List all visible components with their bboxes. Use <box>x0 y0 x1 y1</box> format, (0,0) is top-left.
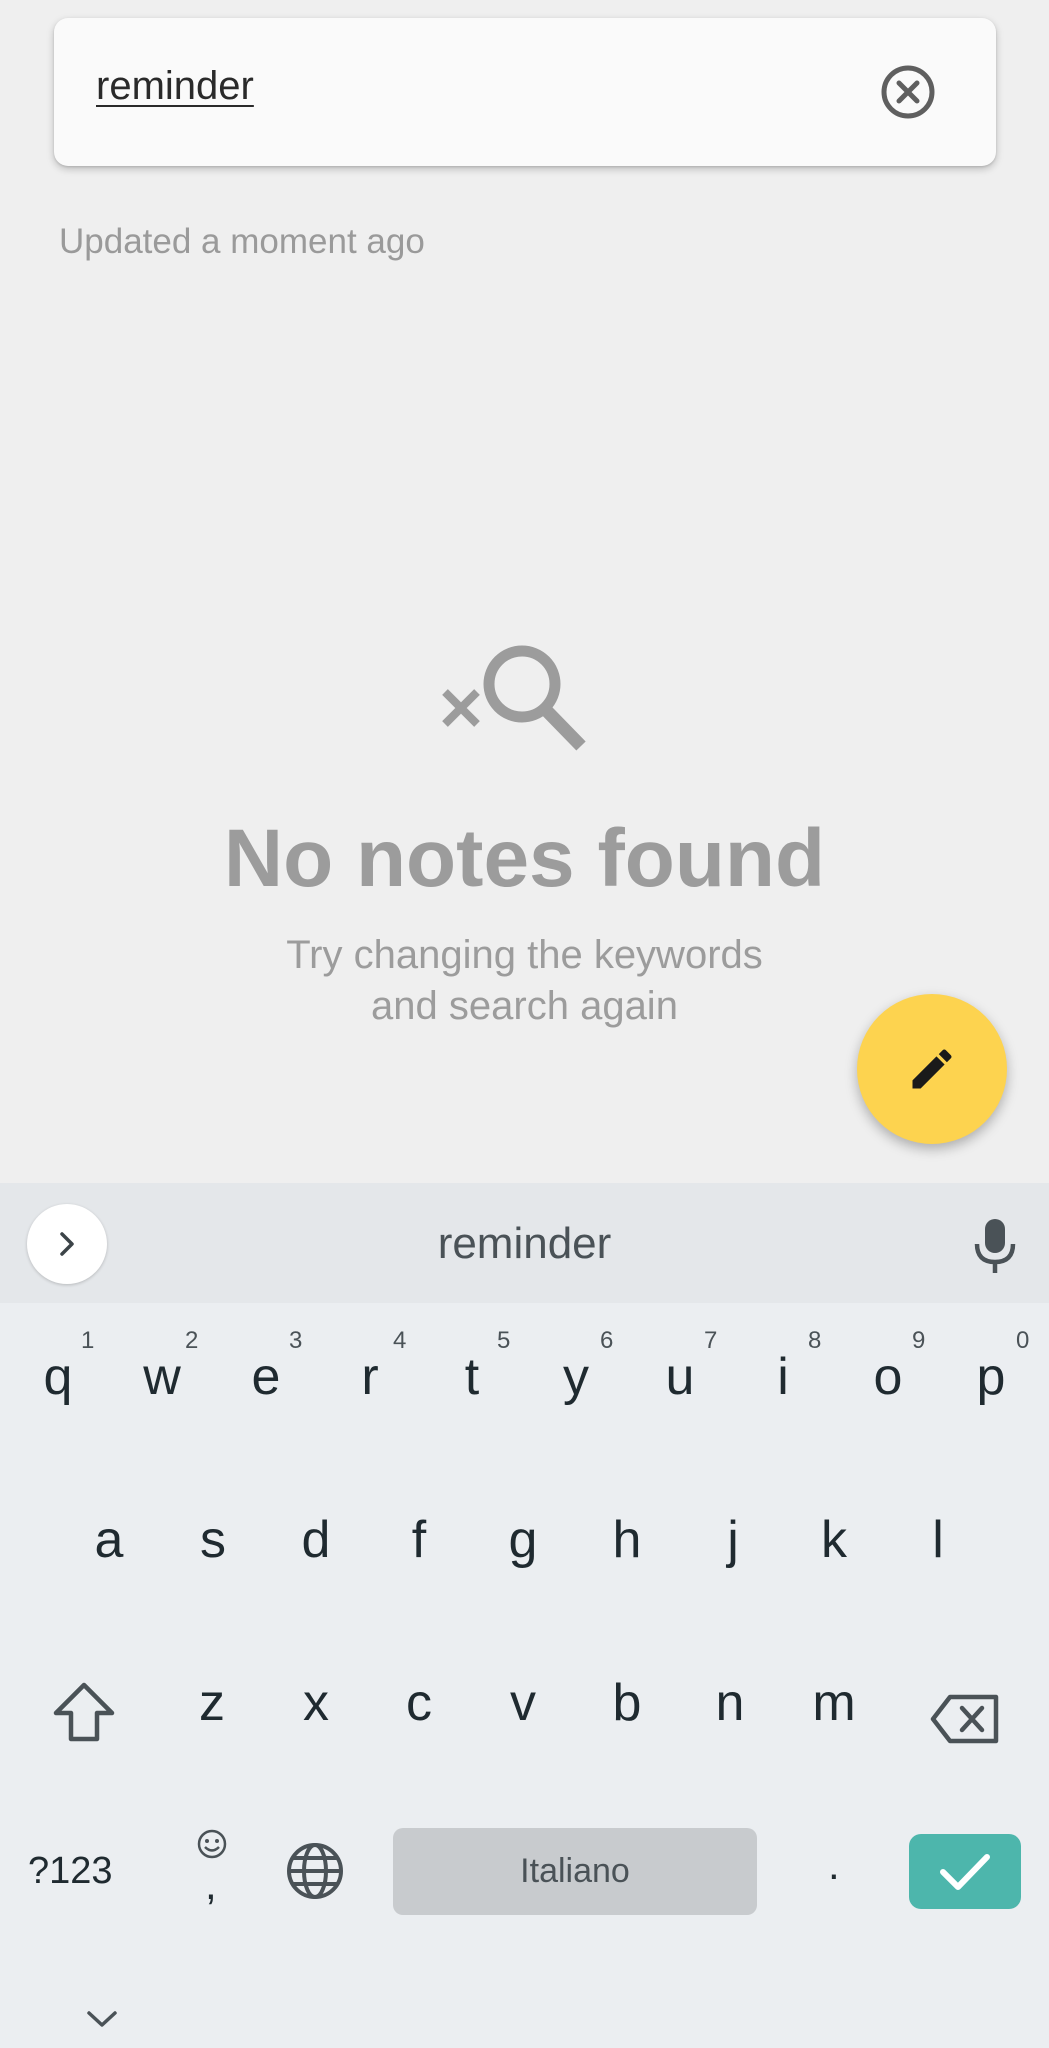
key-hint-9: 9 <box>912 1327 926 1354</box>
key-o[interactable]: o <box>836 1347 940 1407</box>
search-bar[interactable]: reminder <box>54 18 996 166</box>
microphone-icon[interactable] <box>970 1217 1020 1275</box>
key-k[interactable]: k <box>782 1510 886 1570</box>
backspace-icon <box>930 1694 999 1744</box>
key-h[interactable]: h <box>575 1510 679 1570</box>
shift-key[interactable] <box>50 1681 118 1743</box>
key-hint-3: 3 <box>289 1327 303 1354</box>
emoji-icon <box>197 1829 227 1859</box>
search-input[interactable]: reminder <box>96 64 254 109</box>
key-e[interactable]: e <box>214 1347 318 1407</box>
pencil-icon <box>912 1049 952 1089</box>
clear-search-icon[interactable] <box>880 64 936 120</box>
key-p[interactable]: p <box>939 1347 1043 1407</box>
key-b[interactable]: b <box>575 1673 679 1733</box>
key-hint-7: 7 <box>704 1327 718 1354</box>
key-s[interactable]: s <box>161 1510 265 1570</box>
period-key[interactable]: . <box>828 1841 840 1889</box>
enter-key[interactable] <box>909 1834 1021 1909</box>
key-n[interactable]: n <box>678 1673 782 1733</box>
key-a[interactable]: a <box>57 1510 161 1570</box>
key-j[interactable]: j <box>681 1510 785 1570</box>
empty-state-subtitle-line1: Try changing the keywords <box>286 933 763 977</box>
key-m[interactable]: m <box>782 1673 886 1733</box>
key-g[interactable]: g <box>471 1510 575 1570</box>
key-v[interactable]: v <box>471 1673 575 1733</box>
empty-state-title: No notes found <box>223 813 826 904</box>
key-d[interactable]: d <box>264 1510 368 1570</box>
key-t[interactable]: t <box>420 1347 524 1407</box>
new-note-button[interactable] <box>857 994 1007 1144</box>
key-hint-0: 0 <box>1016 1327 1030 1354</box>
word-suggestion[interactable]: reminder <box>0 1219 1049 1269</box>
language-key[interactable] <box>285 1841 345 1901</box>
globe-icon <box>287 1843 343 1899</box>
chevron-down-icon <box>87 2011 117 2027</box>
shift-icon <box>53 1682 115 1742</box>
key-hint-6: 6 <box>600 1327 614 1354</box>
key-hint-1: 1 <box>81 1327 95 1354</box>
key-u[interactable]: u <box>628 1347 732 1407</box>
key-r[interactable]: r <box>318 1347 422 1407</box>
space-key[interactable]: Italiano <box>393 1828 757 1915</box>
key-q[interactable]: q <box>6 1347 110 1407</box>
key-hint-5: 5 <box>497 1327 511 1354</box>
key-i[interactable]: i <box>731 1347 835 1407</box>
key-l[interactable]: l <box>886 1510 990 1570</box>
key-hint-4: 4 <box>393 1327 407 1354</box>
key-z[interactable]: z <box>160 1673 264 1733</box>
key-w[interactable]: w <box>110 1347 214 1407</box>
comma-key[interactable]: , <box>186 1827 238 1917</box>
key-f[interactable]: f <box>367 1510 471 1570</box>
key-y[interactable]: y <box>524 1347 628 1407</box>
keyboard: q w e r t y u i o p 1 2 3 4 5 6 7 8 9 0 … <box>0 1303 1049 2048</box>
check-icon <box>940 1853 990 1890</box>
updated-status: Updated a moment ago <box>59 222 425 261</box>
key-x[interactable]: x <box>264 1673 368 1733</box>
comma-label: , <box>205 1861 217 1908</box>
symbols-key[interactable]: ?123 <box>28 1850 113 1893</box>
hide-keyboard-button[interactable] <box>85 2009 119 2029</box>
key-hint-8: 8 <box>808 1327 822 1354</box>
key-c[interactable]: c <box>367 1673 471 1733</box>
keyboard-suggestion-bar: reminder <box>0 1183 1049 1303</box>
search-off-icon <box>440 632 590 762</box>
space-key-label: Italiano <box>520 1852 630 1890</box>
backspace-key[interactable] <box>930 1693 1000 1745</box>
key-hint-2: 2 <box>185 1327 199 1354</box>
